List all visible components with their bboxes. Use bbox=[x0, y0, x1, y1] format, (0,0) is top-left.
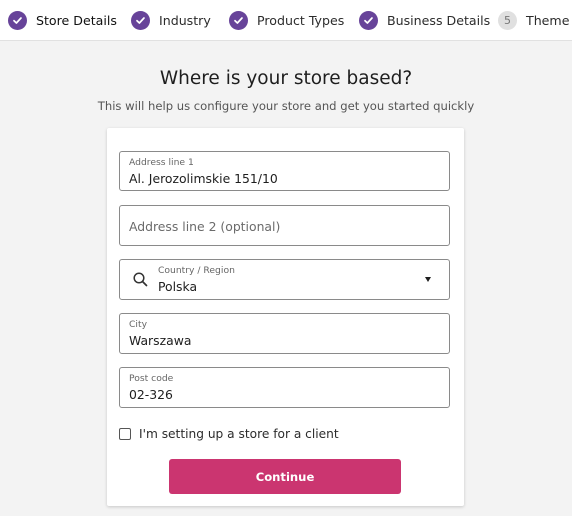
step-number: 5 bbox=[498, 10, 517, 30]
step-label: Store Details bbox=[36, 12, 117, 28]
step-label: Industry bbox=[159, 12, 211, 28]
page-subtitle: This will help us configure your store a… bbox=[97, 99, 475, 113]
field-label: City bbox=[129, 319, 148, 330]
address-line-2-field[interactable]: Address line 2 (optional) bbox=[119, 205, 450, 246]
step-store-details[interactable]: Store Details bbox=[8, 9, 117, 31]
step-theme[interactable]: 5 Theme bbox=[498, 9, 569, 31]
step-product-types[interactable]: Product Types bbox=[229, 9, 344, 31]
country-region-select[interactable]: Country / Region Polska bbox=[119, 259, 450, 300]
check-icon bbox=[8, 10, 27, 30]
field-label: Address line 1 bbox=[129, 157, 194, 168]
field-value: 02-326 bbox=[129, 387, 173, 402]
field-value: Warszawa bbox=[129, 333, 192, 348]
dropdown-caret-icon bbox=[425, 277, 431, 282]
client-store-checkbox[interactable] bbox=[119, 428, 131, 440]
city-field[interactable]: City Warszawa bbox=[119, 313, 450, 354]
search-icon bbox=[132, 271, 149, 288]
step-label: Business Details bbox=[387, 12, 491, 28]
address-line-1-field[interactable]: Address line 1 Al. Jerozolimskie 151/10 bbox=[119, 151, 450, 191]
continue-button[interactable]: Continue bbox=[169, 459, 401, 494]
setup-stepper: Store Details Industry Product Types Bus… bbox=[0, 0, 572, 41]
step-industry[interactable]: Industry bbox=[131, 9, 211, 31]
client-store-option[interactable]: I'm setting up a store for a client bbox=[119, 425, 339, 443]
field-value: Al. Jerozolimskie 151/10 bbox=[129, 171, 278, 186]
step-label: Product Types bbox=[257, 12, 345, 28]
check-icon bbox=[131, 10, 150, 30]
page-title: Where is your store based? bbox=[159, 68, 413, 89]
post-code-field[interactable]: Post code 02-326 bbox=[119, 367, 450, 408]
field-placeholder: Address line 2 (optional) bbox=[129, 219, 281, 234]
step-business-details[interactable]: Business Details bbox=[359, 9, 490, 31]
field-label: Post code bbox=[129, 373, 174, 384]
check-icon bbox=[359, 10, 378, 30]
step-label: Theme bbox=[526, 12, 570, 28]
store-address-card: Address line 1 Al. Jerozolimskie 151/10 … bbox=[107, 128, 464, 506]
field-value: Polska bbox=[158, 279, 198, 294]
check-icon bbox=[229, 10, 248, 30]
client-store-label: I'm setting up a store for a client bbox=[139, 427, 339, 441]
field-label: Country / Region bbox=[158, 265, 235, 276]
